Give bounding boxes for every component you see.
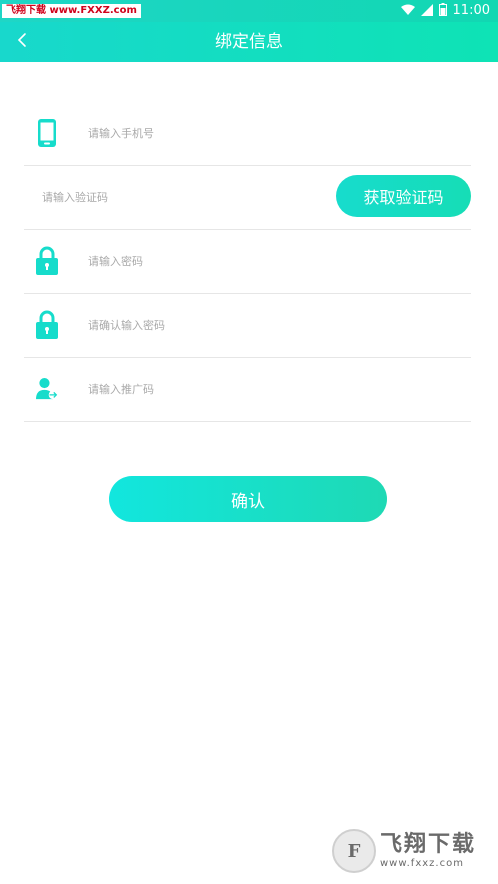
logo-text: 飞翔下载 www.fxxz.com <box>380 832 476 870</box>
confirm-password-input[interactable] <box>88 312 328 338</box>
app-header: 绑定信息 <box>0 22 498 62</box>
watermark-label: 飞翔下载 www.FXXZ.com <box>2 4 141 18</box>
status-time: 11:00 <box>452 3 490 18</box>
signal-icon <box>420 3 433 19</box>
bind-info-form: 获取验证码 <box>24 102 471 422</box>
password-row <box>24 230 471 294</box>
battery-icon <box>438 3 447 19</box>
watermark-logo: F 飞翔下载 www.fxxz.com <box>332 826 492 876</box>
password-input[interactable] <box>88 248 328 274</box>
status-icons: 11:00 <box>400 3 490 19</box>
confirm-button[interactable]: 确认 <box>109 476 387 522</box>
logo-url: www.fxxz.com <box>380 858 464 869</box>
status-bar: 飞翔下载 www.FXXZ.com 11:00 <box>0 0 498 22</box>
logo-title: 飞翔下载 <box>380 832 477 857</box>
logo-emblem-icon: F <box>332 829 376 873</box>
referral-input[interactable] <box>88 376 328 402</box>
phone-icon <box>36 118 58 148</box>
get-code-button[interactable]: 获取验证码 <box>336 175 471 217</box>
code-row: 获取验证码 <box>24 166 471 230</box>
user-share-icon <box>36 374 58 404</box>
code-input[interactable] <box>42 184 262 210</box>
wifi-icon <box>400 4 415 19</box>
referral-row <box>24 358 471 422</box>
phone-row <box>24 102 471 166</box>
confirm-password-row <box>24 294 471 358</box>
page-title: 绑定信息 <box>215 32 283 52</box>
phone-input[interactable] <box>88 120 328 146</box>
lock-icon <box>36 310 58 340</box>
lock-icon <box>36 246 58 276</box>
